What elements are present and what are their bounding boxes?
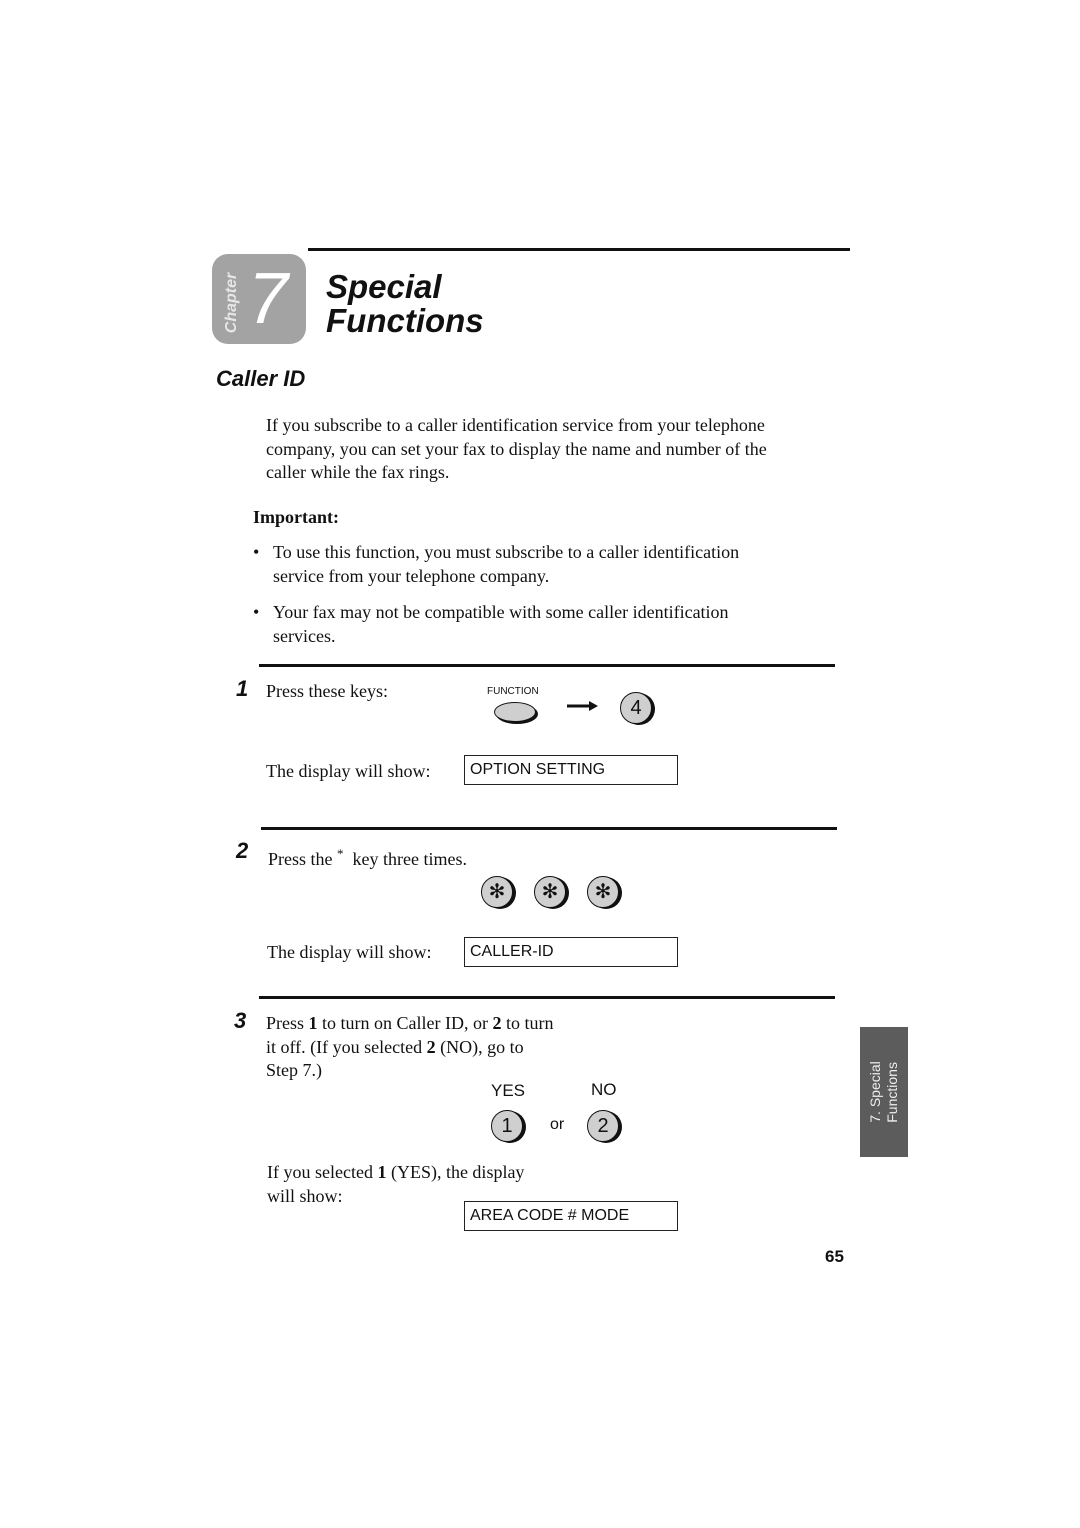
chapter-title: Special Functions: [326, 268, 484, 339]
step-divider: [261, 827, 837, 830]
step-number: 1: [236, 676, 249, 701]
arrow-right-icon: [567, 701, 598, 711]
display-prefix: The display will show:: [266, 761, 431, 781]
section-title: Caller ID: [216, 366, 306, 391]
key-1[interactable]: 1: [491, 1110, 523, 1142]
star-key[interactable]: ✻: [534, 876, 566, 908]
bullet-item: • To use this function, you must subscri…: [253, 542, 740, 586]
star-key[interactable]: ✻: [481, 876, 513, 908]
step-divider: [259, 664, 835, 667]
no-label: NO: [591, 1080, 617, 1099]
step-number: 2: [236, 838, 249, 863]
step-text: Press the * key three times.: [268, 846, 467, 869]
page-number: 65: [825, 1247, 844, 1266]
chapter-badge: Chapter 7: [212, 254, 306, 344]
header-rule: [308, 248, 850, 251]
intro-paragraph: If you subscribe to a caller identificat…: [266, 415, 767, 482]
star-key[interactable]: ✻: [587, 876, 619, 908]
important-label: Important:: [253, 507, 339, 527]
step-number: 3: [234, 1008, 247, 1033]
function-key[interactable]: [494, 702, 536, 722]
step-text: Press 1 to turn on Caller ID, or 2 to tu…: [266, 1013, 554, 1080]
lcd-display: CALLER-ID: [464, 937, 678, 967]
step-text: Press these keys:: [266, 681, 388, 701]
yes-label: YES: [491, 1081, 526, 1100]
lcd-display: OPTION SETTING: [464, 755, 678, 785]
chapter-number: 7: [248, 259, 289, 339]
bullet-dot: •: [253, 602, 260, 622]
function-key-label: FUNCTION: [487, 686, 539, 697]
or-label: or: [550, 1116, 565, 1133]
bullet-item: • Your fax may not be compatible with so…: [253, 602, 729, 646]
chapter-label: Chapter: [223, 272, 241, 334]
key-4[interactable]: 4: [620, 692, 652, 724]
chapter-side-tab: 7. Special Functions: [860, 1027, 908, 1157]
step-divider: [259, 996, 835, 999]
display-prefix: The display will show:: [267, 942, 432, 962]
key-2[interactable]: 2: [587, 1110, 619, 1142]
bullet-dot: •: [253, 542, 260, 562]
lcd-display: AREA CODE # MODE: [464, 1201, 678, 1231]
